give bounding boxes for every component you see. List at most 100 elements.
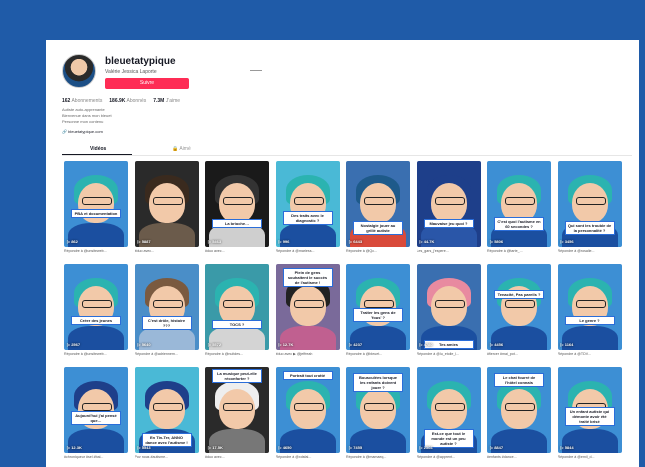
video-description[interactable]: #enfants #dance... [487,455,551,459]
video-description[interactable]: #duo avec ▶ @jeffreah [276,352,340,356]
profile-link-text[interactable]: bleuetatypique.com [68,129,103,134]
video-description[interactable]: Répondre à @unsiteweb... [64,249,128,253]
profile-page: bleuetatypique Valérie Jessica Laporte S… [46,40,639,467]
video-caption: Des traits avec le diagnostic ? [282,211,333,225]
video-caption: PBA et documentation [71,209,121,218]
video-description[interactable]: Répondre à @rosalie... [558,249,622,253]
video-caption: Traiter les gens de 'fous' ? [353,308,403,322]
video-description[interactable]: Répondre à @mariess... [276,249,340,253]
video-thumbnail[interactable]: Traiter les gens de 'fous' ? ▷ 4237 [346,264,410,350]
video-description[interactable]: #duo avec... [135,249,199,253]
thumbnail-figure [364,197,394,205]
video-thumbnail[interactable]: ▷ 5887 [134,161,199,247]
thumbnail-figure [505,197,535,205]
view-count: ▷ 2567 [67,342,80,347]
thumbnail-figure [505,300,535,308]
video-thumbnail[interactable]: C'est drôle, histoire ??? ▷ 5640 [134,264,199,350]
thumbnail-figure [293,197,324,205]
view-count: ▷ 3456 [561,239,574,244]
video-description[interactable]: Répondre à @apprent... [417,455,481,459]
video-thumbnail[interactable]: Des traits avec le diagnostic ? ▷ 996 [275,161,340,247]
avatar[interactable] [62,54,96,88]
video-thumbnail[interactable]: En Tin-Ter, ANNO dance avec l'autisme ! ▷… [134,367,199,453]
video-description[interactable]: Répondre à @TDV... [558,352,622,356]
video-description[interactable]: #chroniqueur #sel #bal... [64,455,128,459]
view-count-value: 44.7K [423,239,435,244]
thumbnail-figure [152,197,183,205]
video-thumbnail[interactable]: Tenacité, Pas pareils ? ▷ 4456 [487,264,551,350]
video-caption: Un enfant autiste qui démonte avoir été … [564,407,615,426]
video-description[interactable]: Répondre à @adriennem... [135,352,199,356]
video-description[interactable]: Répondre à @lu_etoile_l... [417,352,481,356]
video-description[interactable]: Répondre à @Qc... [346,249,410,253]
video-description[interactable]: Répondre à @unsiteweb... [64,352,128,356]
view-count-value: 5543 [141,445,151,450]
video-thumbnail[interactable]: Bousculées lorsque les enfants doivent j… [346,367,410,453]
view-count-value: 862 [71,239,78,244]
view-count-value: 4780 [423,342,433,347]
view-count: ▷ 5640 [138,342,151,347]
thumbnail-figure [434,300,465,308]
more-icon[interactable] [250,70,262,71]
view-count: ▷ 4780 [420,342,433,347]
tab-liked[interactable]: 🔒 Aimé [172,146,191,152]
video-caption: Tenacité, Pas pareils ? [494,290,544,299]
video-description[interactable]: Répondre à @bleuet... [346,352,410,356]
video-description[interactable]: Les_gars_j'espere... [417,249,481,253]
video-thumbnail[interactable]: Portrait tout crotté ▷ 4650 [275,367,340,453]
view-count-value: 3456 [564,239,574,244]
video-description[interactable]: Pov nous #autisme... [135,455,199,459]
video-thumbnail[interactable]: TOCS ? ▷ 5572 [205,264,269,350]
video-thumbnail[interactable]: Tes amies ▷ 4780 [416,264,481,350]
profile-tabs: Vidéos 🔒 Aimé [62,143,632,156]
video-thumbnail[interactable]: La musique peut-elle réconforter ? ▷ 17.5… [205,367,269,453]
view-count-value: 6443 [353,239,363,244]
view-count: ▷ 1164 [561,342,574,347]
following-count[interactable]: 162 [62,98,70,104]
video-description[interactable]: Répondre à @tarte_... [487,249,551,253]
view-count-value: 17.5K [212,445,223,450]
thumbnail-figure [82,197,112,205]
follow-button[interactable]: Suivre [105,78,189,89]
thumbnail-figure [152,300,183,308]
bio-line: Personne mon contenu [62,119,104,124]
video-thumbnail[interactable]: Plein de gens souhaitent le succès de l'… [275,264,340,350]
view-count-value: 5640 [141,342,151,347]
video-description[interactable]: #duo avec... [205,455,269,459]
video-thumbnail[interactable]: Est-ce que tout le monde est un peu auti… [416,367,481,453]
view-count-value: 1164 [564,342,574,347]
video-thumbnail[interactable]: Créer des jeunes ▷ 2567 [64,264,128,350]
video-thumbnail[interactable]: C'est quoi l'autisme en 60 secondes ? ▷ 5… [487,161,551,247]
video-caption: Le genre ? [564,316,615,325]
video-thumbnail[interactable]: Le genre ? ▷ 1164 [557,264,622,350]
video-description[interactable]: Répondre à @nuitdes... [205,352,269,356]
video-thumbnail[interactable]: PBA et documentation ▷ 862 [64,161,128,247]
tab-videos[interactable]: Vidéos [90,146,106,152]
profile-link[interactable]: 🔗 bleuetatypique.com [62,129,103,134]
video-thumbnail[interactable]: Aujourd'hui j'ai pensé que… ▷ 12.3K [64,367,128,453]
video-description[interactable]: Répondre à @xdsfal... [276,455,340,459]
video-caption: Le chat fourré de l'hôtel connais [494,373,544,387]
view-count: ▷ 2566 [420,445,433,450]
view-count: ▷ 7455 [349,445,362,450]
video-description[interactable]: Répondre à @mamaeq... [346,455,410,459]
video-thumbnail[interactable]: Qui sont les trouble de la personnalité … [557,161,622,247]
view-count: ▷ 4237 [349,342,362,347]
video-thumbnail[interactable]: La brioche… ▷ 5463 [205,161,269,247]
followers-count[interactable]: 186.9K [109,98,125,104]
video-description[interactable]: #fiercer #mai_pot... [487,352,551,356]
view-count: ▷ 5543 [138,445,151,450]
thumbnail-figure [364,300,394,308]
video-thumbnail[interactable]: Le chat fourré de l'hôtel connais ▷ 8847 [487,367,551,453]
video-thumbnail[interactable]: Un enfant autiste qui démonte avoir été … [557,367,622,453]
video-thumbnail[interactable]: Nostalgie jouer au grillé autiste ▷ 6443 [346,161,410,247]
video-thumbnail[interactable]: Mauvaise jeu quoi ? ▷ 44.7K [416,161,481,247]
video-caption: Portrait tout crotté [282,371,333,380]
video-description[interactable]: #duo avec... [205,249,269,253]
view-count-value: 996 [282,239,290,244]
display-name: Valérie Jessica Laporte [105,69,157,75]
view-count-value: 4237 [353,342,363,347]
video-description[interactable]: Répondre à @emil_d... [558,455,622,459]
thumbnail-figure [223,300,253,308]
video-caption: Aujourd'hui j'ai pensé que… [71,411,121,425]
